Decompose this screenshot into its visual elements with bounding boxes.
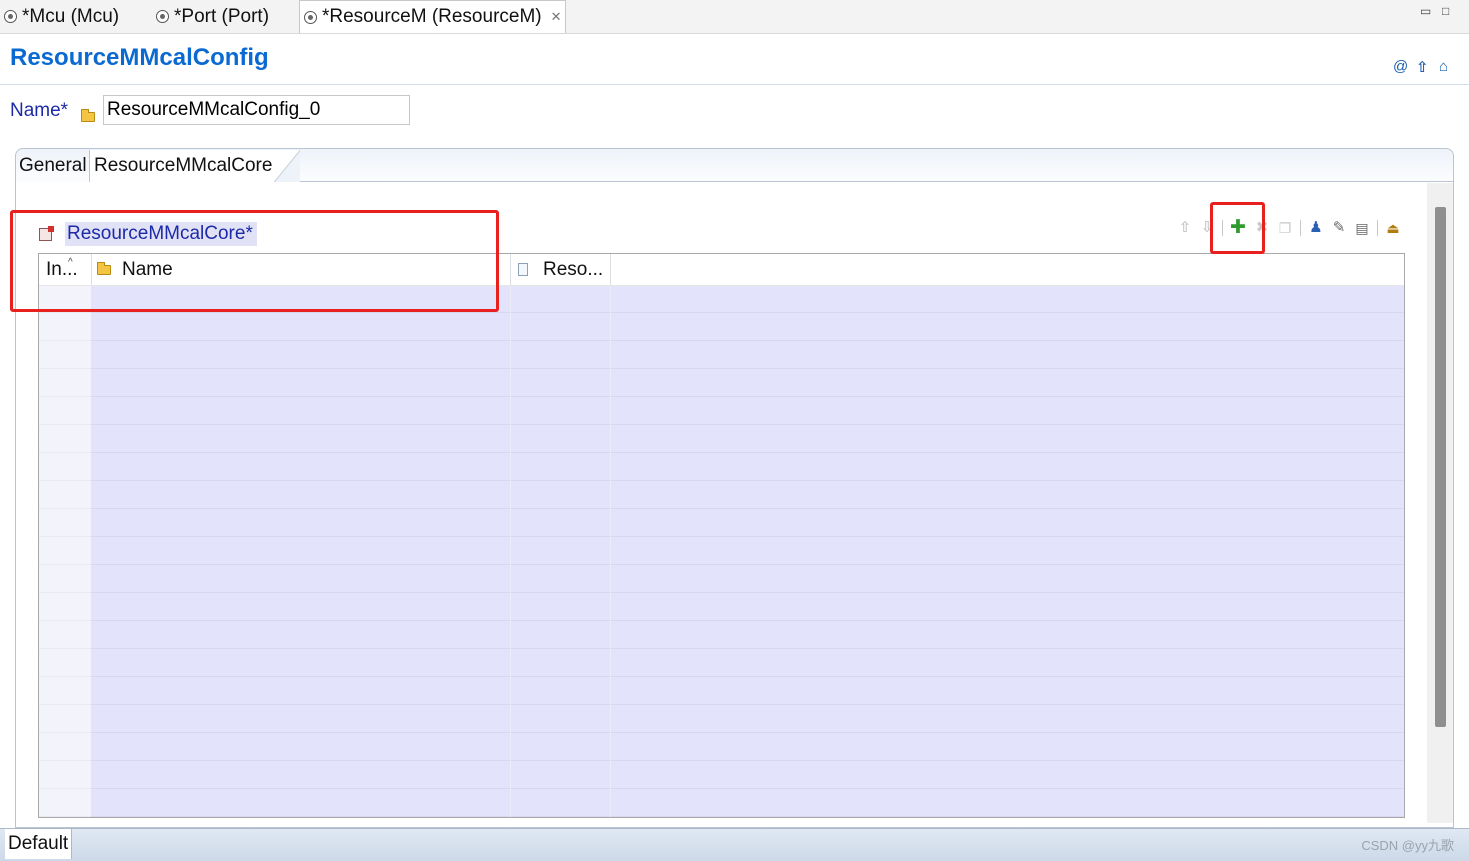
column-divider	[510, 285, 511, 817]
import-icon[interactable]: ⏏	[1384, 219, 1402, 237]
column-divider	[610, 285, 611, 817]
home-icon[interactable]: ⌂	[1439, 58, 1448, 75]
module-icon	[156, 10, 169, 23]
highlight-box-section	[10, 210, 499, 312]
editor-tab-label: *ResourceM (ResourceM)	[322, 6, 542, 27]
tab-default[interactable]: Default	[5, 829, 73, 859]
editor-tab-label: *Port (Port)	[174, 5, 270, 27]
tab-resourcemmcalcore[interactable]: ResourceMMcalCore	[89, 150, 301, 182]
folder-icon	[81, 109, 95, 122]
table-body	[39, 285, 1404, 817]
module-icon	[304, 10, 317, 24]
form-title: ResourceMMcalConfig	[10, 44, 269, 71]
up-arrow-icon[interactable]: ⇧	[1416, 58, 1429, 76]
title-divider	[0, 84, 1469, 85]
data-table[interactable]: ^ In... Name Reso...	[38, 253, 1405, 818]
tab-general[interactable]: General	[16, 150, 90, 181]
column-header-label: Reso...	[543, 259, 604, 280]
user-add-icon[interactable]: ♟	[1307, 219, 1325, 237]
maximize-icon[interactable]: □	[1442, 4, 1449, 18]
toolbar-separator	[1377, 220, 1378, 236]
watermark: CSDN @yy九歌	[1361, 838, 1454, 853]
tab-label: ResourceMMcalCore	[94, 155, 273, 176]
document-icon	[518, 263, 528, 276]
column-divider[interactable]	[510, 254, 511, 285]
editor-tab-mcu[interactable]: *Mcu (Mcu)	[4, 0, 119, 33]
editor-tab-port[interactable]: *Port (Port)	[156, 0, 269, 33]
bottom-tab-bar	[0, 828, 1469, 861]
column-divider[interactable]	[610, 254, 611, 285]
name-field[interactable]	[103, 95, 410, 125]
copy-icon[interactable]: ❐	[1276, 219, 1294, 237]
move-up-icon[interactable]: ⇧	[1176, 219, 1194, 237]
scrollbar-thumb[interactable]	[1435, 207, 1446, 727]
minimize-icon[interactable]: ▭	[1420, 4, 1431, 18]
editor-tab-label: *Mcu (Mcu)	[22, 5, 120, 27]
edit-icon[interactable]: ✎	[1330, 219, 1348, 237]
module-icon	[4, 10, 17, 23]
close-icon[interactable]: ✕	[551, 9, 562, 25]
form-icon[interactable]: ▤	[1353, 219, 1371, 237]
toolbar-separator	[1300, 220, 1301, 236]
table-rows-area[interactable]	[91, 285, 1404, 817]
editor-tab-resourcem[interactable]: *ResourceM (ResourceM) ✕	[299, 0, 566, 33]
at-icon[interactable]: @	[1393, 58, 1408, 75]
column-header-reso[interactable]: Reso...	[518, 254, 603, 285]
highlight-box-add-button	[1210, 202, 1265, 254]
index-column	[39, 285, 91, 817]
tab-divider	[300, 181, 1453, 182]
name-label: Name*	[10, 100, 69, 121]
